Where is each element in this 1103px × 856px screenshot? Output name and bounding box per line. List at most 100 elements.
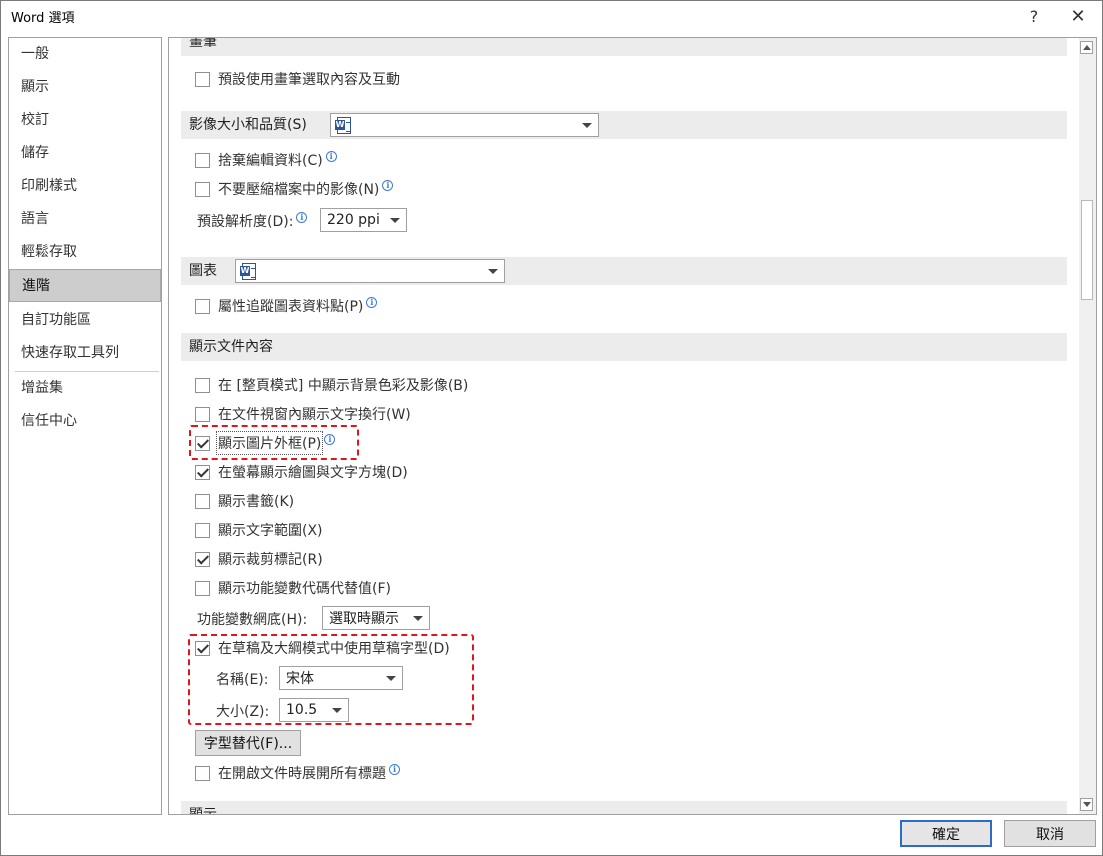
checkbox[interactable] [195,551,210,567]
font-name-select[interactable]: 宋体 [279,666,403,690]
option-show-background-colors[interactable]: 在 [整頁模式] 中顯示背景色彩及影像(B) [195,375,468,395]
font-name-label: 名稱(E): [216,672,269,688]
checkbox[interactable] [195,406,210,422]
checkbox[interactable] [195,298,210,314]
field-shading-select[interactable]: 選取時顯示 [322,606,430,630]
info-icon: i [389,763,400,775]
chevron-down-icon [332,708,342,713]
option-show-field-codes[interactable]: 顯示功能變數代碼代替值(F) [195,578,391,598]
info-icon: i [324,433,336,445]
option-label: 在開啟文件時展開所有標題 [218,766,386,782]
sidebar-item-add-ins[interactable]: 增益集 [9,372,161,405]
sidebar-item-accessibility[interactable]: 輕鬆存取 [9,236,161,269]
option-label: 在文件視窗內顯示文字換行(W) [218,407,411,423]
sidebar-item-quick-access-toolbar[interactable]: 快速存取工具列 [9,337,161,370]
option-label: 在 [整頁模式] 中顯示背景色彩及影像(B) [218,378,469,394]
scroll-up-icon[interactable] [1080,41,1093,54]
field-shading-label: 功能變數網底(H): [197,612,308,628]
sidebar-item-proofing[interactable]: 校訂 [9,104,161,137]
font-size-select[interactable]: 10.5 [279,698,349,722]
section-header-display: 顯示 [181,801,1067,814]
advanced-options-panel: 畫筆 預設使用畫筆選取內容及互動 影像大小和品質(S) 捨棄編輯資料(C) i … [168,37,1097,815]
option-label: 顯示書籤(K) [218,494,295,510]
sidebar-item-language[interactable]: 語言 [9,203,161,236]
chevron-down-icon [386,676,396,681]
section-header-display-content: 顯示文件內容 [181,333,1067,361]
sidebar-item-typography[interactable]: 印刷樣式 [9,170,161,203]
title-bar: Word 選項 ? ✕ [1,1,1102,31]
close-icon: ✕ [1070,5,1086,27]
field-shading-value: 選取時顯示 [329,611,399,627]
default-resolution-select[interactable]: 220 ppi [320,208,407,232]
info-icon: i [325,150,337,162]
info-icon: i [366,296,378,308]
option-label: 在螢幕顯示繪圖與文字方塊(D) [218,465,408,481]
checkbox[interactable] [195,464,210,480]
option-expand-headings[interactable]: 在開啟文件時展開所有標題 i [195,763,400,783]
option-label: 顯示裁剪標記(R) [218,552,323,568]
image-document-select[interactable] [330,113,599,137]
option-label: 捨棄編輯資料(C) [218,153,323,169]
vertical-scrollbar[interactable] [1079,38,1096,814]
window-title: Word 選項 [11,11,75,26]
chart-document-select[interactable] [235,259,505,283]
option-label: 顯示功能變數代碼代替值(F) [218,581,391,597]
option-show-bookmarks[interactable]: 顯示書籤(K) [195,491,294,511]
chevron-down-icon [390,218,400,223]
checkbox[interactable] [195,435,210,451]
checkbox[interactable] [195,640,210,656]
option-show-text-boundaries[interactable]: 顯示文字範圍(X) [195,520,323,540]
section-header-pen: 畫筆 [181,38,1067,56]
sidebar-item-advanced[interactable]: 進階 [9,269,161,302]
checkbox[interactable] [195,377,210,393]
checkbox[interactable] [195,152,210,168]
chevron-down-icon [488,269,498,274]
option-pen-select[interactable]: 預設使用畫筆選取內容及互動 [195,69,400,89]
checkbox[interactable] [195,765,210,781]
ok-button[interactable]: 確定 [900,820,992,847]
help-button[interactable]: ? [1012,1,1056,31]
chevron-down-icon [582,123,592,128]
word-doc-icon [335,116,351,134]
chevron-down-icon [413,616,423,621]
option-show-text-wrapping[interactable]: 在文件視窗內顯示文字換行(W) [195,404,411,424]
checkbox[interactable] [195,71,210,87]
word-options-dialog: Word 選項 ? ✕ 一般 顯示 校訂 儲存 印刷樣式 語言 輕鬆存取 進階 … [0,0,1103,856]
checkbox[interactable] [195,580,210,596]
option-label: 屬性追蹤圖表資料點(P) [218,299,364,315]
option-use-draft-font[interactable]: 在草稿及大綱模式中使用草稿字型(D) [195,638,450,658]
option-label: 預設使用畫筆選取內容及互動 [218,72,400,88]
scroll-thumb[interactable] [1081,200,1093,300]
option-do-not-compress-images[interactable]: 不要壓縮檔案中的影像(N) i [195,179,394,199]
section-header-label: 圖表 [189,263,217,279]
scroll-down-icon[interactable] [1080,798,1093,811]
checkbox[interactable] [195,493,210,509]
option-label: 顯示文字範圍(X) [218,523,323,539]
close-button[interactable]: ✕ [1056,1,1100,31]
checkbox[interactable] [195,522,210,538]
option-label: 不要壓縮檔案中的影像(N) [218,182,380,198]
option-label: 在草稿及大綱模式中使用草稿字型(D) [218,641,450,657]
option-label: 顯示圖片外框(P) [215,431,324,455]
font-substitution-button[interactable]: 字型替代(F)... [195,730,301,756]
option-show-crop-marks[interactable]: 顯示裁剪標記(R) [195,549,323,569]
cancel-button[interactable]: 取消 [1004,820,1096,847]
option-track-chart-data-points[interactable]: 屬性追蹤圖表資料點(P) i [195,296,378,316]
info-icon: i [296,211,308,223]
option-show-picture-placeholders[interactable]: 顯示圖片外框(P) i [195,431,336,455]
sidebar-item-general[interactable]: 一般 [9,38,161,71]
checkbox[interactable] [195,181,210,197]
resolution-label-text: 預設解析度(D): [197,214,294,230]
sidebar-item-customize-ribbon[interactable]: 自訂功能區 [9,304,161,337]
section-header-image-size: 影像大小和品質(S) [181,111,1067,139]
font-name-value: 宋体 [286,671,314,687]
option-show-drawings-text-boxes[interactable]: 在螢幕顯示繪圖與文字方塊(D) [195,462,408,482]
help-icon: ? [1029,6,1039,26]
font-size-value: 10.5 [286,702,318,718]
resolution-value: 220 ppi [327,212,380,228]
sidebar-item-save[interactable]: 儲存 [9,137,161,170]
option-discard-editing-data[interactable]: 捨棄編輯資料(C) i [195,150,337,170]
sidebar-item-display[interactable]: 顯示 [9,71,161,104]
sidebar-item-trust-center[interactable]: 信任中心 [9,405,161,438]
word-doc-icon [240,262,256,280]
